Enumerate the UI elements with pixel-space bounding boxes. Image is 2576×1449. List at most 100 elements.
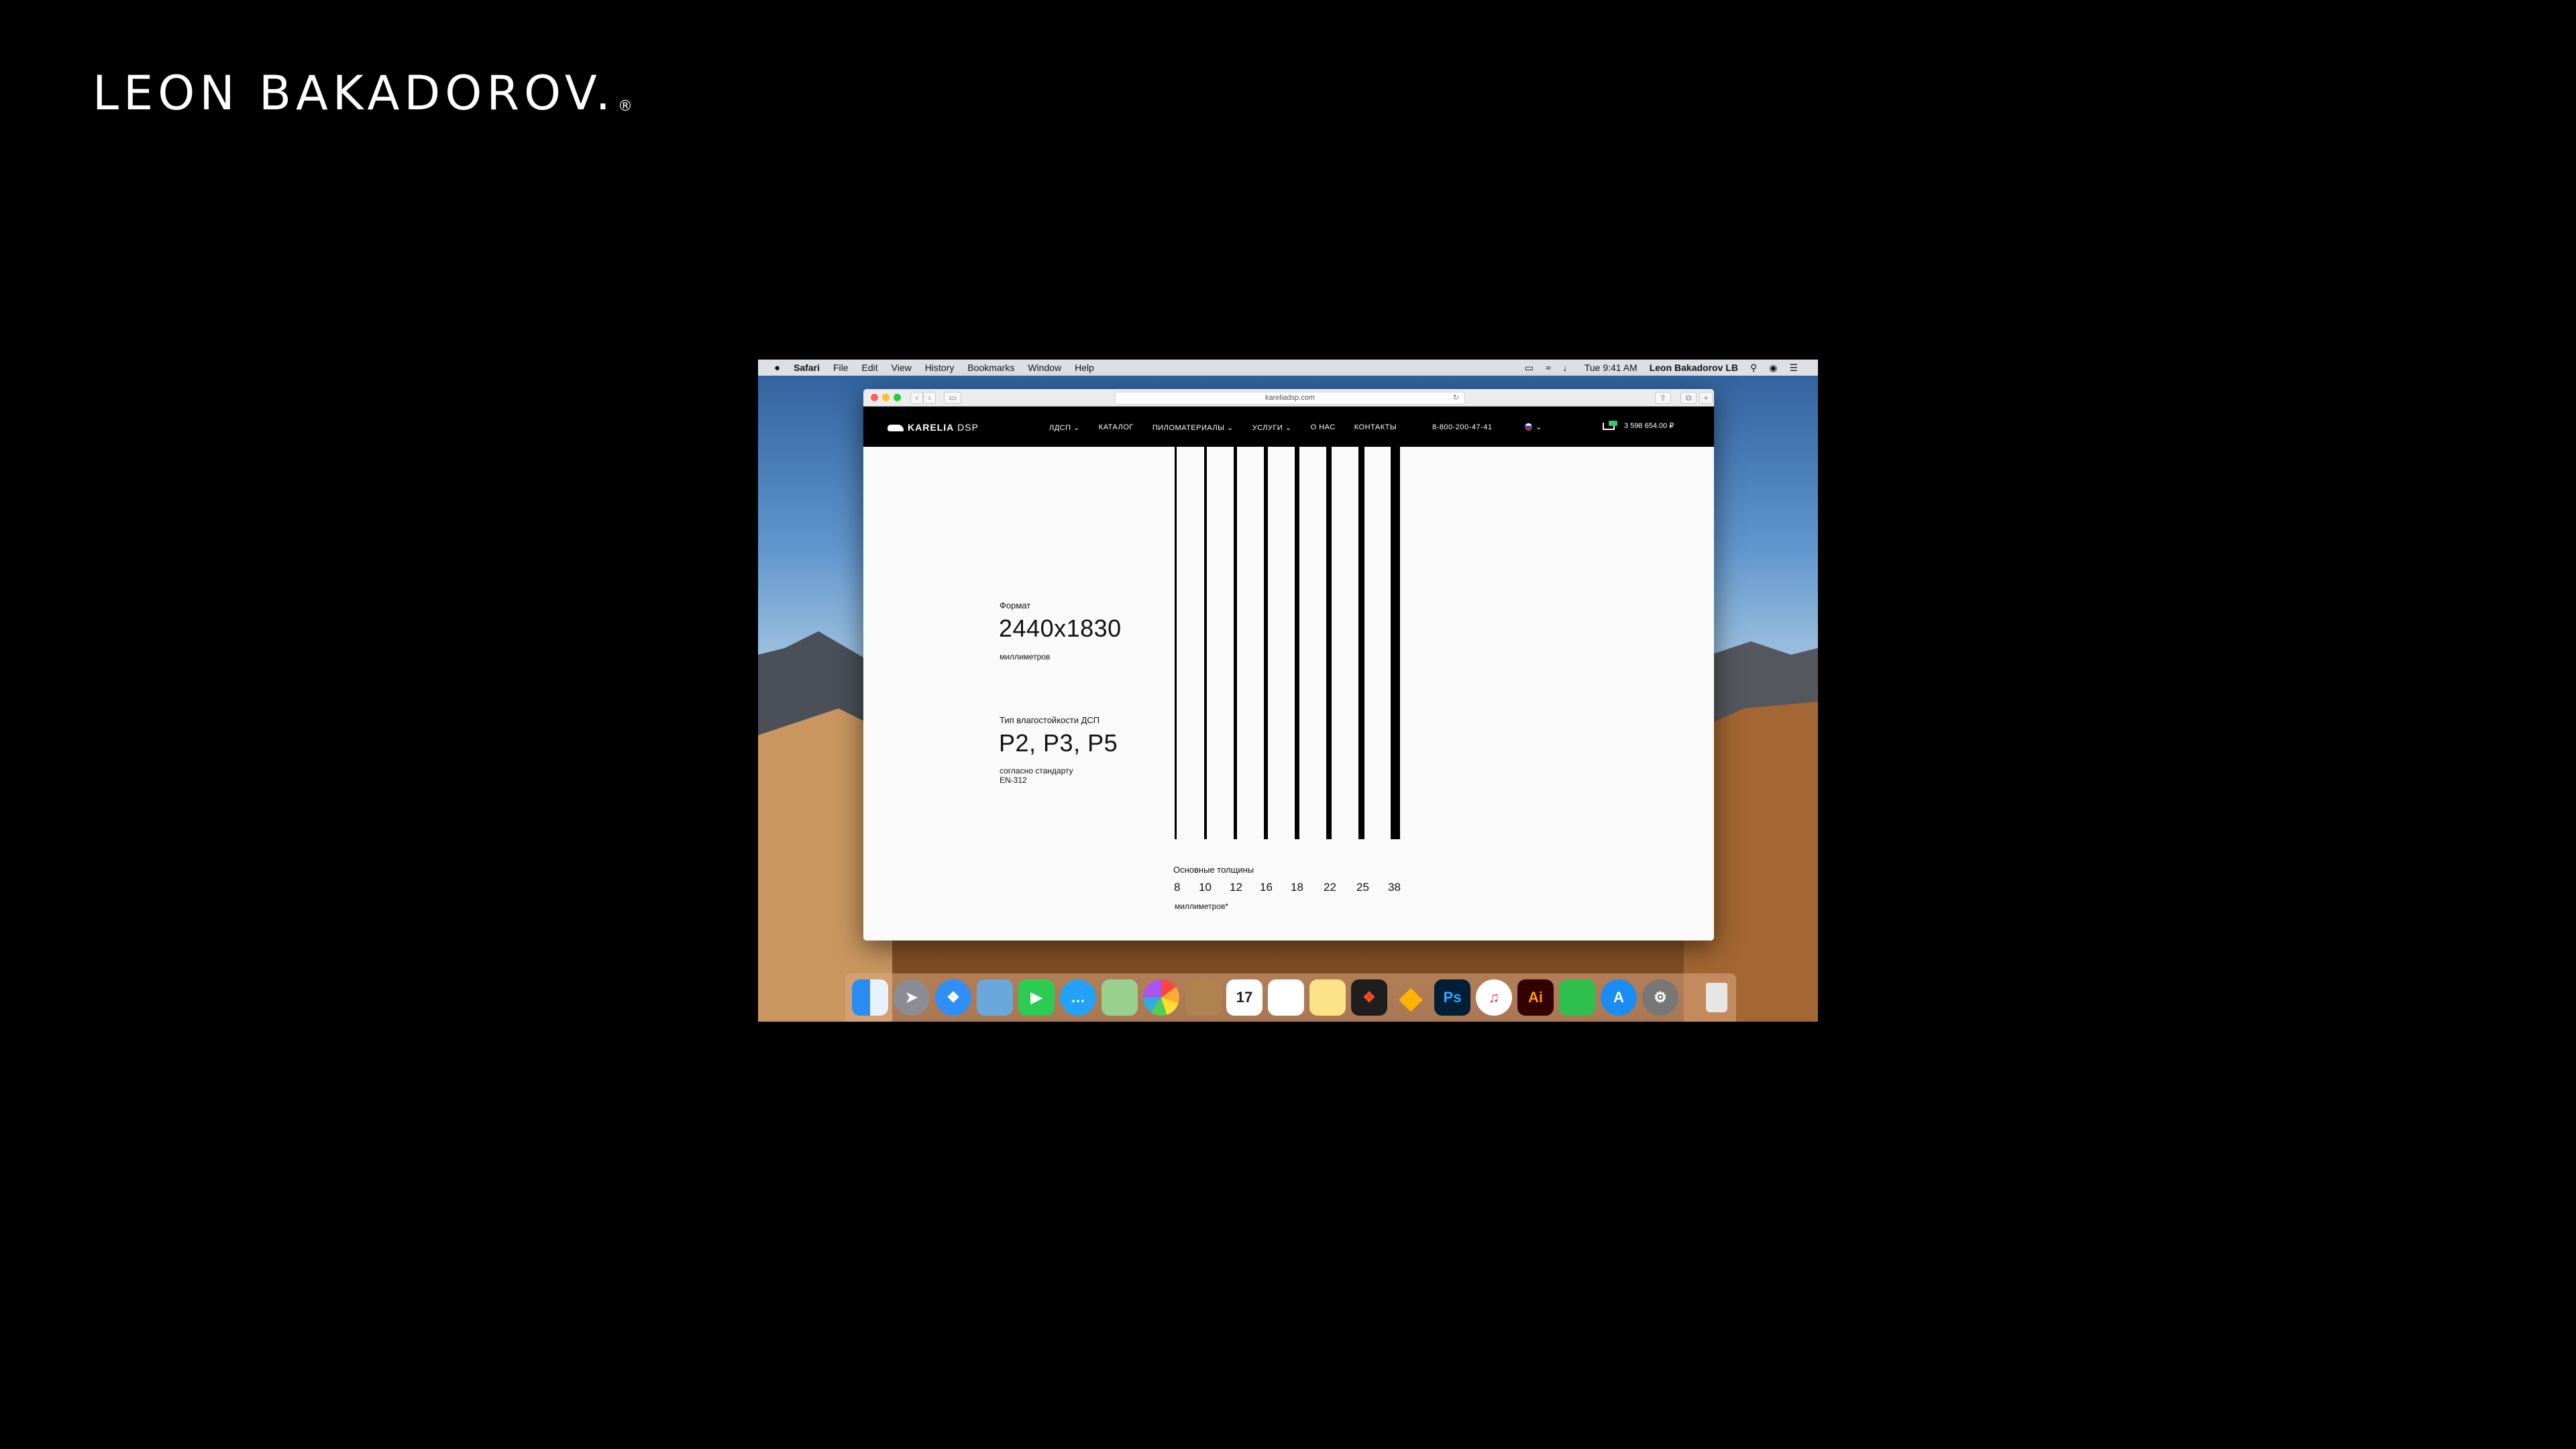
logo-bold: KARELIA	[908, 422, 955, 433]
brand-name: LEON BAKADOROV.	[93, 66, 616, 121]
thickness-bar-8	[1175, 447, 1177, 839]
browser-toolbar: ‹ › ▭ kareliadsp.com ↻ ⇧ ⧉ +	[863, 389, 1714, 407]
site-logo[interactable]: KARELIA DSP	[888, 422, 979, 433]
photoshop-label: Ps	[1443, 989, 1462, 1006]
logo-light: DSP	[957, 422, 979, 433]
language-selector[interactable]: ⌄	[1525, 423, 1542, 431]
thickness-bar-10	[1204, 447, 1207, 839]
thickness-value: 12	[1230, 881, 1242, 894]
photoshop-icon[interactable]: Ps	[1434, 979, 1470, 1016]
menu-history[interactable]: History	[925, 362, 955, 373]
menu-bar: ● Safari File Edit View History Bookmark…	[758, 360, 1818, 376]
thickness-bar-12	[1234, 447, 1237, 839]
russia-flag-icon	[1525, 423, 1532, 431]
safari-icon[interactable]: ❖	[935, 979, 971, 1016]
system-preferences-icon[interactable]: ⚙	[1642, 979, 1678, 1016]
music-icon[interactable]: ♫	[1476, 979, 1512, 1016]
nav-services[interactable]: УСЛУГИ ⌄	[1252, 423, 1292, 432]
notes-icon[interactable]	[1309, 979, 1346, 1016]
format-label: Формат	[1000, 600, 1031, 610]
moisture-value: P2, P3, P5	[999, 729, 1118, 757]
site-nav: ЛДСП ⌄ КАТАЛОГ ПИЛОМАТЕРИАЛЫ ⌄ УСЛУГИ ⌄ …	[1049, 423, 1397, 432]
calendar-day: 17	[1236, 989, 1253, 1006]
forward-button[interactable]: ›	[923, 392, 936, 404]
user-name[interactable]: Leon Bakadorov LB	[1650, 362, 1738, 373]
menu-help[interactable]: Help	[1075, 362, 1094, 373]
messages-icon[interactable]: …	[1060, 979, 1096, 1016]
sidebar-button[interactable]: ▭	[944, 392, 961, 404]
nav-contacts[interactable]: КОНТАКТЫ	[1354, 423, 1397, 432]
thickness-label: Основные толщины	[1173, 865, 1254, 875]
preview-icon[interactable]	[977, 979, 1013, 1016]
menu-app-safari[interactable]: Safari	[794, 362, 820, 373]
phone-number[interactable]: 8-800-200-47-41	[1432, 423, 1492, 431]
facetime-icon[interactable]: ▶	[1018, 979, 1055, 1016]
moisture-note-line2: EN-312	[1000, 775, 1027, 785]
airplay-icon[interactable]: ▭	[1525, 362, 1534, 374]
nav-catalog[interactable]: КАТАЛОГ	[1099, 423, 1134, 432]
sketch-icon[interactable]: ◆	[1393, 979, 1429, 1016]
zoom-window-icon[interactable]	[894, 394, 901, 401]
appstore-icon[interactable]: A	[1601, 979, 1637, 1016]
contacts-icon[interactable]	[1185, 979, 1221, 1016]
format-value: 2440x1830	[999, 614, 1122, 642]
wifi-icon[interactable]: ≈	[1546, 362, 1551, 373]
menu-file[interactable]: File	[833, 362, 849, 373]
thickness-bar-16	[1264, 447, 1268, 839]
cart-icon	[1603, 421, 1617, 430]
format-unit: миллиметров	[1000, 652, 1051, 661]
photos-icon[interactable]	[1143, 979, 1179, 1016]
menu-bookmarks[interactable]: Bookmarks	[967, 362, 1014, 373]
thickness-value: 10	[1199, 881, 1212, 894]
tabs-button[interactable]: ⧉	[1680, 392, 1697, 404]
thickness-value: 38	[1388, 881, 1401, 894]
notification-center-icon[interactable]: ☰	[1789, 362, 1798, 374]
back-button[interactable]: ‹	[910, 392, 923, 404]
address-bar[interactable]: kareliadsp.com ↻	[1115, 392, 1465, 405]
url-text: kareliadsp.com	[1265, 394, 1315, 402]
thickness-bar-25	[1358, 447, 1364, 839]
new-tab-button[interactable]: +	[1699, 392, 1713, 404]
volume-icon[interactable]: ♩	[1563, 362, 1572, 373]
reload-icon[interactable]: ↻	[1453, 392, 1459, 404]
apple-menu-icon[interactable]: ●	[774, 362, 780, 374]
clock[interactable]: Tue 9:41 AM	[1585, 362, 1638, 373]
menu-view[interactable]: View	[892, 362, 912, 373]
nav-lumber[interactable]: ПИЛОМАТЕРИАЛЫ ⌄	[1152, 423, 1234, 432]
menu-edit[interactable]: Edit	[862, 362, 878, 373]
menu-window[interactable]: Window	[1028, 362, 1061, 373]
trash-icon[interactable]	[1699, 979, 1735, 1016]
brand-logo: LEON BAKADOROV. ®	[93, 66, 633, 121]
dock: ➤ ❖ ▶ … 17 ❖ ◆ Ps ♫ Ai A ⚙	[845, 973, 1736, 1022]
thickness-bar-38	[1391, 447, 1400, 839]
launchpad-icon[interactable]: ➤	[894, 979, 930, 1016]
cart-total: 3 598 654.00 ₽	[1624, 421, 1674, 430]
minimize-window-icon[interactable]	[882, 394, 890, 401]
moisture-label: Тип влагостойкости ДСП	[1000, 715, 1100, 725]
site-header: KARELIA DSP ЛДСП ⌄ КАТАЛОГ ПИЛОМАТЕРИАЛЫ…	[863, 407, 1714, 447]
figma-icon[interactable]: ❖	[1351, 979, 1387, 1016]
thickness-bar-22	[1326, 447, 1332, 839]
close-window-icon[interactable]	[871, 394, 878, 401]
maps-icon[interactable]	[1102, 979, 1138, 1016]
siri-icon[interactable]: ◉	[1769, 362, 1777, 374]
calendar-icon[interactable]: 17	[1226, 979, 1263, 1016]
spotlight-icon[interactable]: ⚲	[1750, 362, 1757, 374]
thickness-value: 8	[1174, 881, 1181, 894]
language-caret: ⌄	[1536, 423, 1542, 431]
cart[interactable]: 3 598 654.00 ₽	[1603, 421, 1674, 430]
finder-icon[interactable]	[852, 979, 888, 1016]
thickness-unit: миллиметров*	[1175, 902, 1229, 911]
numbers-icon[interactable]	[1559, 979, 1595, 1016]
share-button[interactable]: ⇧	[1655, 392, 1671, 404]
bear-logo-icon	[888, 425, 904, 431]
thickness-value: 16	[1260, 881, 1273, 894]
safari-window: ‹ › ▭ kareliadsp.com ↻ ⇧ ⧉ + KARELIA DSP…	[863, 389, 1714, 941]
page-content: Формат 2440x1830 миллиметров Тип влагост…	[863, 447, 1714, 941]
nav-about[interactable]: О НАС	[1311, 423, 1336, 432]
reminders-icon[interactable]	[1268, 979, 1304, 1016]
desktop: ● Safari File Edit View History Bookmark…	[758, 360, 1818, 1022]
nav-ldsp[interactable]: ЛДСП ⌄	[1049, 423, 1080, 432]
illustrator-icon[interactable]: Ai	[1517, 979, 1554, 1016]
thickness-value: 25	[1356, 881, 1369, 894]
